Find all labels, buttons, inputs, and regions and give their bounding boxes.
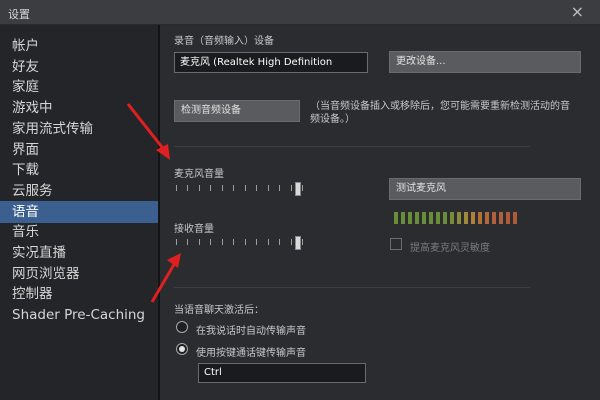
receive-volume-slider[interactable] — [176, 235, 310, 251]
redetect-hint-text: （当音频设备插入或移除后，您可能需要重新检测活动的音频设备。） — [310, 101, 570, 125]
push-to-talk-radio[interactable] — [176, 343, 188, 355]
slider-tick — [198, 185, 200, 191]
slider-thumb[interactable] — [295, 182, 302, 196]
slider-tick — [290, 185, 292, 191]
slider-tick — [256, 185, 258, 191]
slider-tick — [187, 185, 189, 191]
recording-device-label: 录音（音频输入）设备 — [174, 36, 274, 47]
auto-transmit-label: 在我说话时自动传输声音 — [196, 326, 306, 337]
recording-device-field[interactable]: 麦克风 (Realtek High Definition — [174, 52, 368, 73]
meter-segment — [499, 212, 503, 224]
voice-settings-panel: 录音（音频输入）设备 麦克风 (Realtek High Definition … — [160, 25, 600, 400]
sidebar-item[interactable]: 界面 — [0, 139, 158, 161]
slider-tick — [210, 185, 212, 191]
sidebar-item[interactable]: 家用流式传输 — [0, 118, 158, 140]
slider-tick — [267, 185, 269, 191]
meter-segment — [492, 212, 496, 224]
activation-label: 当语音聊天激活后： — [174, 305, 264, 316]
settings-sidebar: 帐户 好友 家庭 游戏中 家用流式传输 界面 下载 云服务 语音 音乐 实况直播 网页浏览器 控制器 Sh… — [0, 25, 158, 400]
test-mic-button[interactable]: 测试麦克风 — [389, 178, 581, 200]
receive-volume-label: 接收音量 — [174, 224, 214, 235]
section-divider — [174, 146, 530, 147]
meter-segment — [450, 212, 454, 224]
close-icon[interactable]: × — [571, 2, 584, 21]
section-divider-2 — [174, 287, 530, 288]
slider-tick — [233, 185, 235, 191]
sidebar-item[interactable]: 音乐 — [0, 221, 158, 243]
slider-tick — [221, 185, 223, 191]
meter-segment — [464, 212, 468, 224]
sidebar-item[interactable]: Shader Pre-Caching — [0, 304, 158, 326]
sidebar-item[interactable]: 好友 — [0, 56, 158, 78]
meter-segment — [408, 212, 412, 224]
slider-tick — [244, 239, 246, 245]
push-to-talk-key-field[interactable]: Ctrl — [198, 363, 366, 383]
radio-selected-dot — [179, 346, 185, 352]
push-to-talk-label: 使用按键通话键传输声音 — [196, 348, 306, 359]
meter-segment — [443, 212, 447, 224]
window-title: 设置 — [8, 8, 30, 21]
meter-segment — [429, 212, 433, 224]
slider-thumb[interactable] — [295, 236, 302, 250]
mic-volume-slider[interactable] — [176, 181, 310, 197]
meter-segment — [401, 212, 405, 224]
slider-tick — [302, 185, 303, 191]
slider-tick — [290, 239, 292, 245]
sidebar-item[interactable]: 网页浏览器 — [0, 263, 158, 285]
title-bar: 设置 × — [0, 0, 600, 25]
meter-segment — [506, 212, 510, 224]
meter-segment — [471, 212, 475, 224]
boost-mic-label: 提高麦克风灵敏度 — [410, 243, 490, 254]
redetect-audio-devices-button[interactable]: 检测音频设备 — [174, 100, 300, 122]
meter-segment — [457, 212, 461, 224]
sidebar-item[interactable]: 下载 — [0, 159, 158, 181]
sidebar-item[interactable]: 家庭 — [0, 76, 158, 98]
meter-segment — [485, 212, 489, 224]
sidebar-item[interactable]: 实况直播 — [0, 242, 158, 264]
meter-segment — [513, 212, 517, 224]
slider-tick — [233, 239, 235, 245]
mic-volume-label: 麦克风音量 — [174, 169, 224, 180]
auto-transmit-radio[interactable] — [176, 321, 188, 333]
slider-tick — [176, 239, 177, 245]
meter-segment — [415, 212, 419, 224]
slider-tick — [210, 239, 212, 245]
slider-tick — [279, 239, 281, 245]
slider-tick — [176, 185, 177, 191]
sidebar-item[interactable]: 帐户 — [0, 35, 158, 57]
boost-mic-checkbox[interactable] — [390, 238, 402, 250]
meter-segment — [478, 212, 482, 224]
slider-tick — [256, 239, 258, 245]
slider-tick — [267, 239, 269, 245]
slider-tick — [244, 185, 246, 191]
meter-segment — [436, 212, 440, 224]
sidebar-item[interactable]: 语音 — [0, 200, 158, 223]
sidebar-item[interactable]: 控制器 — [0, 283, 158, 305]
slider-tick — [187, 239, 189, 245]
slider-tick — [221, 239, 223, 245]
change-device-button[interactable]: 更改设备... — [389, 51, 581, 73]
slider-tick — [279, 185, 281, 191]
meter-segment — [422, 212, 426, 224]
slider-tick — [198, 239, 200, 245]
sidebar-item[interactable]: 游戏中 — [0, 97, 158, 119]
slider-tick — [302, 239, 303, 245]
sidebar-item[interactable]: 云服务 — [0, 180, 158, 202]
meter-segment — [394, 212, 398, 224]
